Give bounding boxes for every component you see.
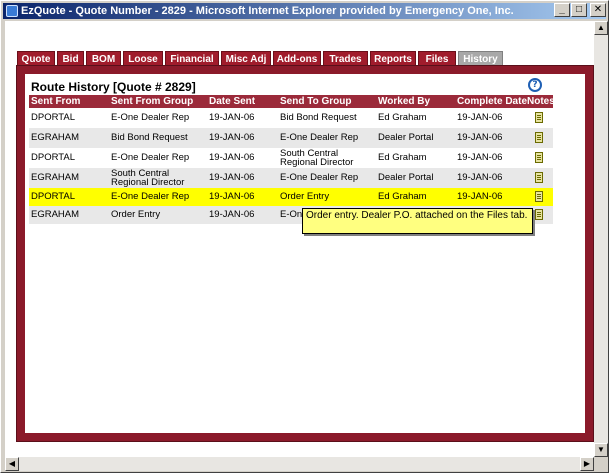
cell-date-sent: 19-JAN-06: [209, 209, 255, 220]
col-sent-from-group[interactable]: Sent From Group: [109, 95, 193, 108]
note-icon[interactable]: [535, 172, 543, 183]
scrollbar-corner: [594, 457, 608, 471]
cell-complete-date: 19-JAN-06: [457, 152, 503, 163]
cell-worked-by: Dealer Portal: [378, 132, 434, 143]
tab-bar: Quote Bid BOM Loose Financial Misc Adj A…: [17, 51, 505, 66]
tab-history[interactable]: History: [458, 51, 503, 66]
cell-send-to-group: South Central Regional Director: [280, 148, 354, 168]
scroll-left-arrow-icon[interactable]: ◀: [5, 457, 19, 471]
table-row[interactable]: EGRAHAM South Central Regional Director …: [29, 168, 553, 188]
cell-send-to-group: Bid Bond Request: [280, 112, 357, 123]
cell-send-to-group: E-One Dealer Rep: [280, 172, 359, 183]
close-button[interactable]: ✕: [590, 3, 606, 17]
cell-sent-from: EGRAHAM: [31, 132, 80, 143]
cell-sent-from-group: E-One Dealer Rep: [111, 191, 190, 202]
cell-date-sent: 19-JAN-06: [209, 152, 255, 163]
browser-window: EzQuote - Quote Number - 2829 - Microsof…: [0, 0, 609, 473]
scroll-down-arrow-icon[interactable]: ▼: [594, 443, 608, 457]
page-title: Route History [Quote # 2829]: [31, 80, 196, 94]
maximize-button[interactable]: □: [571, 3, 587, 17]
tab-files[interactable]: Files: [418, 51, 456, 66]
help-icon[interactable]: ?: [528, 78, 542, 92]
cell-sent-from-group: E-One Dealer Rep: [111, 152, 190, 163]
tab-trades[interactable]: Trades: [323, 51, 368, 66]
cell-sent-from-group: E-One Dealer Rep: [111, 112, 190, 123]
cell-sent-from: DPORTAL: [31, 191, 75, 202]
note-icon[interactable]: [535, 112, 543, 123]
scroll-up-arrow-icon[interactable]: ▲: [594, 21, 608, 35]
col-notes[interactable]: Notes: [525, 95, 555, 108]
cell-complete-date: 19-JAN-06: [457, 172, 503, 183]
page-content: Quote Bid BOM Loose Financial Misc Adj A…: [5, 21, 594, 457]
cell-sent-from-group: Order Entry: [111, 209, 161, 220]
col-worked-by[interactable]: Worked By: [376, 95, 430, 108]
col-sent-from[interactable]: Sent From: [29, 95, 80, 108]
col-send-to-group[interactable]: Send To Group: [278, 95, 351, 108]
cell-sent-from-group: South Central Regional Director: [111, 168, 185, 188]
tab-financial[interactable]: Financial: [165, 51, 219, 66]
tab-misc-adj[interactable]: Misc Adj: [221, 51, 271, 66]
cell-worked-by: Ed Graham: [378, 112, 427, 123]
table-header: Sent From Sent From Group Date Sent Send…: [29, 95, 555, 108]
note-tooltip: Order entry. Dealer P.O. attached on the…: [302, 208, 533, 234]
ie-icon: [6, 5, 18, 17]
col-date-sent[interactable]: Date Sent: [207, 95, 255, 108]
col-complete-date[interactable]: Complete Date: [455, 95, 527, 108]
cell-sent-from: EGRAHAM: [31, 172, 80, 183]
cell-sent-from: DPORTAL: [31, 112, 75, 123]
scroll-right-arrow-icon[interactable]: ▶: [580, 457, 594, 471]
tab-add-ons[interactable]: Add-ons: [273, 51, 321, 66]
cell-worked-by: Ed Graham: [378, 191, 427, 202]
cell-sent-from: DPORTAL: [31, 152, 75, 163]
horizontal-scrollbar[interactable]: ◀ ▶: [5, 457, 594, 471]
cell-complete-date: 19-JAN-06: [457, 112, 503, 123]
tab-quote[interactable]: Quote: [17, 51, 55, 66]
tab-reports[interactable]: Reports: [370, 51, 416, 66]
note-icon[interactable]: [535, 152, 543, 163]
route-history-panel: Route History [Quote # 2829] ? Sent From…: [25, 74, 585, 433]
cell-date-sent: 19-JAN-06: [209, 191, 255, 202]
note-icon[interactable]: [535, 209, 543, 220]
cell-sent-from-group: Bid Bond Request: [111, 132, 188, 143]
cell-send-to-group: E-One Dealer Rep: [280, 132, 359, 143]
cell-worked-by: Ed Graham: [378, 152, 427, 163]
cell-date-sent: 19-JAN-06: [209, 132, 255, 143]
content-frame: Route History [Quote # 2829] ? Sent From…: [16, 65, 594, 442]
title-bar: EzQuote - Quote Number - 2829 - Microsof…: [3, 3, 606, 19]
tab-loose[interactable]: Loose: [123, 51, 163, 66]
note-icon[interactable]: [535, 132, 543, 143]
table-row[interactable]: EGRAHAM Bid Bond Request 19-JAN-06 E-One…: [29, 128, 553, 148]
cell-date-sent: 19-JAN-06: [209, 112, 255, 123]
table-row[interactable]: DPORTAL E-One Dealer Rep 19-JAN-06 Bid B…: [29, 108, 553, 128]
cell-complete-date: 19-JAN-06: [457, 132, 503, 143]
cell-sent-from: EGRAHAM: [31, 209, 80, 220]
window-title: EzQuote - Quote Number - 2829 - Microsof…: [21, 5, 514, 17]
cell-send-to-group: Order Entry: [280, 191, 330, 202]
note-icon[interactable]: [535, 191, 543, 202]
cell-worked-by: Dealer Portal: [378, 172, 434, 183]
vertical-scrollbar[interactable]: ▲ ▼: [594, 21, 608, 457]
window-controls: _ □ ✕: [553, 3, 606, 17]
cell-date-sent: 19-JAN-06: [209, 172, 255, 183]
cell-complete-date: 19-JAN-06: [457, 191, 503, 202]
tab-bom[interactable]: BOM: [86, 51, 121, 66]
tab-bid[interactable]: Bid: [57, 51, 84, 66]
table-row[interactable]: DPORTAL E-One Dealer Rep 19-JAN-06 South…: [29, 148, 553, 168]
minimize-button[interactable]: _: [554, 3, 570, 17]
table-row-selected[interactable]: DPORTAL E-One Dealer Rep 19-JAN-06 Order…: [29, 188, 553, 206]
